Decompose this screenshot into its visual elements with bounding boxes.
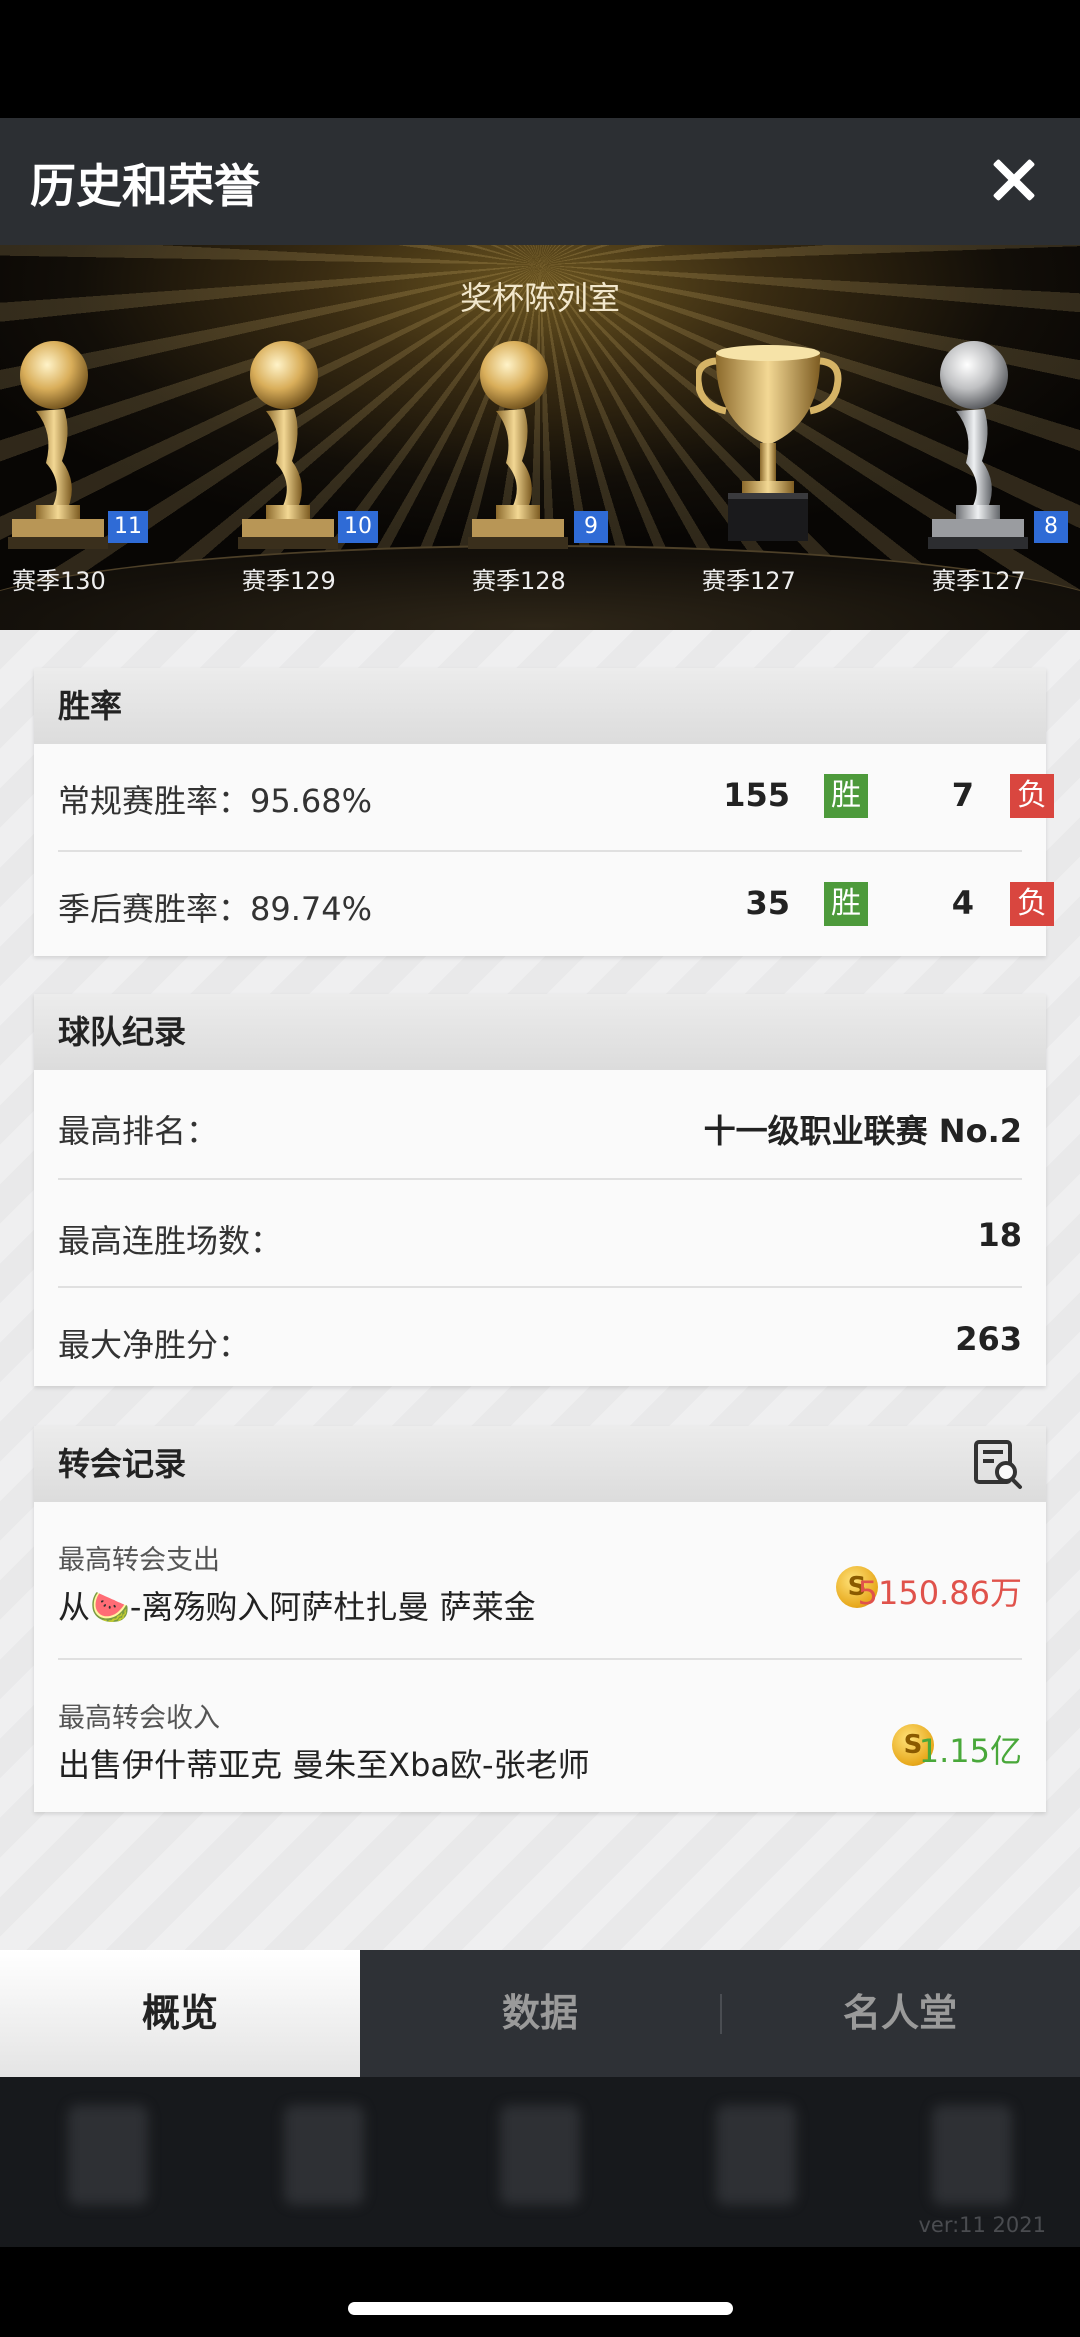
transfer-row[interactable]: 最高转会支出 从🍉-离殇购入阿萨杜扎曼 萨莱金 S 5150.86万	[58, 1502, 1022, 1660]
trophy-item[interactable]: 10 赛季129	[236, 333, 386, 603]
trophy-season-label: 赛季129	[242, 567, 336, 595]
losses-count: 4	[951, 884, 974, 922]
win-tag: 胜	[824, 882, 868, 926]
win-rate-card: 胜率 常规赛胜率：95.68% 155 胜 7 负 季后赛胜率：89.74% 3…	[34, 668, 1054, 956]
tab-bar: 概览 数据 名人堂	[0, 1950, 1080, 2077]
transfer-amount: 1.15亿	[918, 1732, 1022, 1770]
transfer-description: 出售伊什蒂亚克 曼朱至Xba欧-张老师	[58, 1746, 590, 1784]
version-label: ver:11 2021	[918, 2213, 1046, 2237]
transfer-caption: 最高转会收入	[58, 1703, 220, 1734]
card-title-text: 转会记录	[58, 1445, 187, 1483]
transfer-caption: 最高转会支出	[58, 1545, 220, 1576]
record-row: 最高排名： 十一级职业联赛 No.2	[58, 1070, 1022, 1180]
trophy-item[interactable]: 9 赛季128	[466, 333, 616, 603]
trophy-count-badge: 9	[574, 511, 608, 543]
trophy-season-label: 赛季127	[702, 567, 796, 595]
regular-season-win-rate: 常规赛胜率：95.68%	[58, 782, 373, 820]
record-label: 最高连胜场数：	[58, 1222, 283, 1260]
record-value: 十一级职业联赛 No.2	[703, 1112, 1022, 1150]
trophy-gold-cup-icon	[696, 345, 842, 541]
trophy-item[interactable]: 8 赛季127	[926, 333, 1076, 603]
close-icon[interactable]	[986, 152, 1042, 208]
transfer-amount: 5150.86万	[857, 1574, 1022, 1612]
home-indicator[interactable]	[348, 2302, 733, 2315]
blurred-nav-icon	[716, 2105, 796, 2205]
record-label: 最高排名：	[58, 1112, 219, 1150]
page-header: 历史和荣誉	[0, 118, 1080, 245]
tab-hall-of-fame[interactable]: 名人堂	[720, 1950, 1080, 2077]
trophy-season-label: 赛季127	[932, 567, 1026, 595]
record-value: 18	[977, 1216, 1022, 1254]
team-record-card: 球队纪录 最高排名： 十一级职业联赛 No.2 最高连胜场数： 18 最大净胜分…	[34, 994, 1046, 1386]
trophy-count-badge: 10	[338, 511, 378, 543]
loss-tag: 负	[1010, 882, 1054, 926]
record-label: 最大净胜分：	[58, 1326, 251, 1364]
trophy-item[interactable]: 11 赛季130	[6, 333, 156, 603]
blurred-nav-icon	[500, 2105, 580, 2205]
trophy-season-label: 赛季130	[12, 567, 106, 595]
trophy-room-title: 奖杯陈列室	[459, 279, 620, 317]
page-title: 历史和荣誉	[30, 159, 260, 213]
wins-count: 155	[723, 776, 790, 814]
wins-count: 35	[745, 884, 790, 922]
losses-count: 7	[951, 776, 974, 814]
record-row: 最高连胜场数： 18	[58, 1180, 1022, 1288]
card-title: 球队纪录	[34, 994, 1046, 1070]
blurred-nav-icon	[932, 2105, 1012, 2205]
trophy-count-badge: 11	[108, 511, 148, 543]
playoff-win-rate: 季后赛胜率：89.74%	[58, 890, 373, 928]
search-document-icon[interactable]	[972, 1438, 1024, 1490]
trophy-season-label: 赛季128	[472, 567, 566, 595]
playoff-row: 季后赛胜率：89.74% 35 胜 4 负	[58, 852, 1054, 956]
record-row: 最大净胜分： 263	[58, 1288, 1022, 1386]
transfer-row[interactable]: 最高转会收入 出售伊什蒂亚克 曼朱至Xba欧-张老师 S 1.15亿	[58, 1660, 1022, 1810]
transfer-record-card: 转会记录 最高转会支出 从🍉-离殇购入阿萨杜扎曼 萨莱金 S 5150.86万 …	[34, 1426, 1046, 1812]
win-tag: 胜	[824, 774, 868, 818]
blurred-nav-icon	[68, 2105, 148, 2205]
blurred-nav-icon	[284, 2105, 364, 2205]
trophy-count-badge: 8	[1034, 511, 1068, 543]
transfer-description: 从🍉-离殇购入阿萨杜扎曼 萨莱金	[58, 1588, 536, 1626]
trophy-item[interactable]: 赛季127	[696, 333, 846, 603]
regular-season-row: 常规赛胜率：95.68% 155 胜 7 负	[58, 744, 1054, 852]
tab-overview[interactable]: 概览	[0, 1950, 360, 2077]
trophy-room: 奖杯陈列室 11 赛季130 10 赛季129 9 赛季128 赛季127 8 …	[0, 245, 1080, 630]
tab-data[interactable]: 数据	[360, 1950, 720, 2077]
status-bar	[0, 0, 1080, 118]
record-value: 263	[955, 1320, 1022, 1358]
loss-tag: 负	[1010, 774, 1054, 818]
card-title: 胜率	[34, 668, 1046, 744]
card-title: 转会记录	[34, 1426, 1046, 1502]
